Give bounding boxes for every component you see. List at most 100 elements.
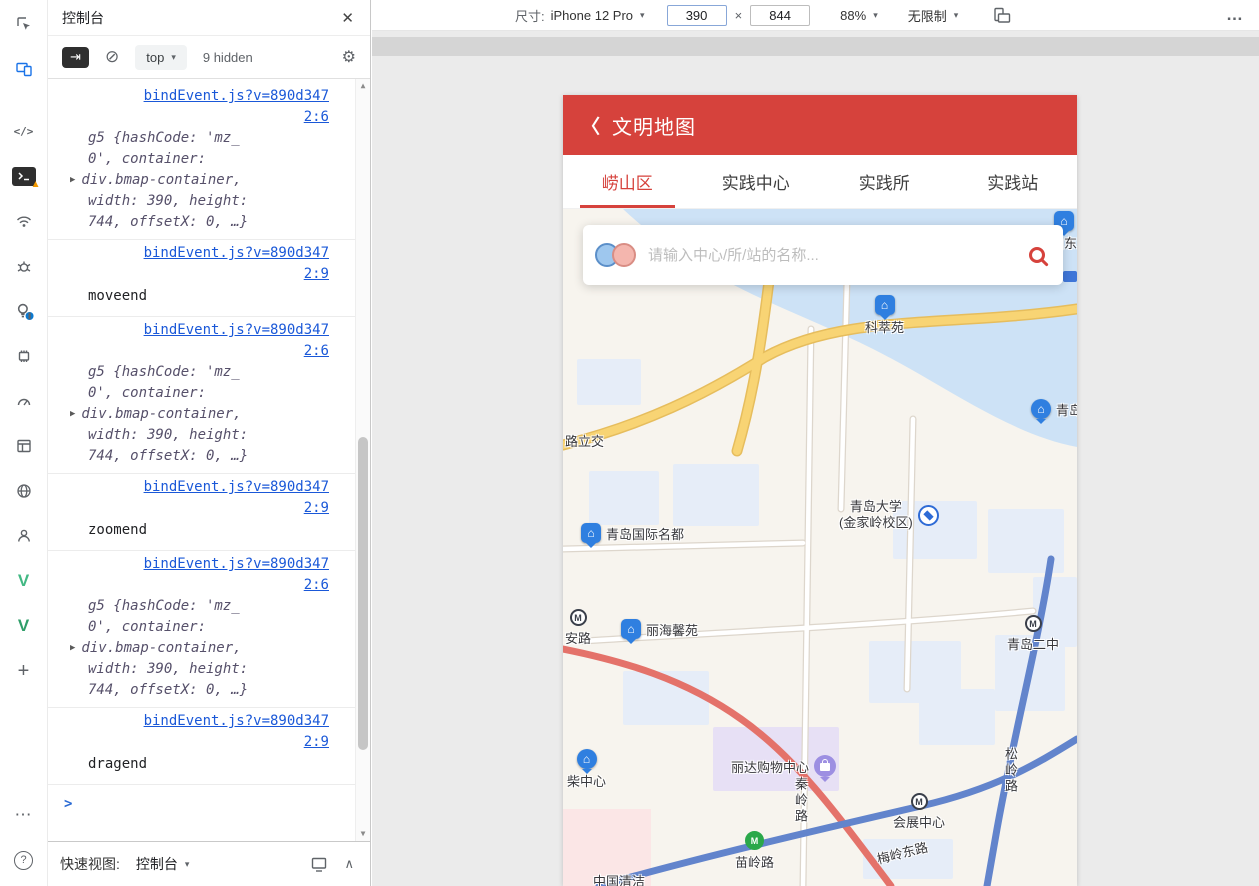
metro-station-icon[interactable]: M	[1025, 615, 1042, 632]
accessibility-icon[interactable]	[8, 520, 40, 552]
search-icon[interactable]	[1029, 247, 1045, 263]
performance-icon[interactable]	[8, 385, 40, 417]
map[interactable]: ⌂ 科萃苑 ⌂ 青岛 路立交 青岛大学 (金家岭校区) ⌂	[563, 209, 1077, 886]
source-link[interactable]: bindEvent.js?v=890d347 2:9	[88, 711, 329, 753]
scrollbar-thumb[interactable]	[358, 437, 368, 749]
more-options-icon[interactable]: …	[1226, 5, 1243, 25]
zoom-select[interactable]: 88% ▾	[840, 8, 878, 23]
globe-icon[interactable]	[8, 475, 40, 507]
rotate-icon[interactable]	[992, 6, 1011, 25]
metro-station-icon-green[interactable]: M	[745, 831, 764, 850]
poi-anlu[interactable]: M 安路	[565, 609, 591, 647]
poi-huizhan[interactable]: M 会展中心	[893, 793, 945, 831]
poi-lihai[interactable]: ⌂ 丽海馨苑	[621, 619, 698, 639]
issues-icon[interactable]: i	[8, 295, 40, 327]
close-icon[interactable]: ✕	[341, 9, 354, 27]
shopping-marker-icon[interactable]	[814, 755, 836, 777]
console-messages[interactable]: bindEvent.js?v=890d347 2:6 g5 {hashCode:…	[48, 79, 370, 841]
memory-icon[interactable]	[8, 340, 40, 372]
source-link[interactable]: bindEvent.js?v=890d347 2:6	[88, 320, 329, 362]
console-scrollbar[interactable]: ▲ ▼	[355, 79, 370, 841]
expand-arrow-icon[interactable]: ▶	[70, 404, 75, 425]
poi-chai-center[interactable]: ⌂ 柴中心	[567, 749, 606, 790]
scroll-down-icon[interactable]: ▼	[356, 827, 370, 841]
elements-icon[interactable]: </>	[8, 115, 40, 147]
vue-devtools-icon[interactable]: V	[8, 565, 40, 597]
community-marker-icon[interactable]: ⌂	[621, 619, 641, 639]
device-select[interactable]: iPhone 12 Pro ▾	[551, 8, 645, 23]
chevron-down-icon: ▾	[954, 10, 959, 21]
inspect-icon[interactable]	[8, 8, 40, 40]
scroll-up-icon[interactable]: ▲	[356, 79, 370, 93]
source-link[interactable]: bindEvent.js?v=890d347 2:6	[88, 554, 329, 596]
console-log-entry: bindEvent.js?v=890d347 2:9 dragend	[48, 708, 355, 785]
poi-qingdao[interactable]: ⌂ 青岛	[1031, 399, 1077, 419]
community-marker-icon[interactable]: ⌂	[875, 295, 895, 315]
console-log-entry: bindEvent.js?v=890d347 2:9 zoomend	[48, 474, 355, 551]
poi-miaoling[interactable]: M 苗岭路	[735, 831, 774, 871]
chevron-up-icon[interactable]: ∧	[344, 856, 354, 872]
console-header: 控制台 ✕	[48, 0, 370, 36]
more-tools-icon[interactable]: +	[8, 655, 40, 687]
poi-university[interactable]: 青岛大学 (金家岭校区)	[839, 499, 939, 531]
source-link[interactable]: bindEvent.js?v=890d347 2:6	[88, 86, 329, 128]
tab-laoshan[interactable]: 崂山区	[563, 155, 692, 208]
canvas-strip	[372, 37, 1259, 56]
map-canvas	[563, 209, 1077, 886]
gear-icon[interactable]: ⚙	[342, 47, 356, 67]
console-icon[interactable]: ▲	[8, 160, 40, 192]
university-marker-icon[interactable]	[918, 505, 939, 526]
clipped-road-sign	[1063, 271, 1077, 282]
chevron-down-icon: ▾	[171, 52, 176, 63]
poi-erzhong[interactable]: M 青岛二中	[1007, 615, 1059, 653]
device-toolbar: 尺寸: iPhone 12 Pro ▾ × 88% ▾ 无限制 ▾ …	[372, 0, 1259, 31]
tab-bar: 崂山区 实践中心 实践所 实践站	[563, 155, 1077, 209]
application-icon[interactable]	[8, 430, 40, 462]
height-input[interactable]	[750, 5, 810, 26]
quick-view-selector[interactable]: 控制台 ▾	[136, 854, 190, 874]
console-panel: 控制台 ✕ ⇥ ⊘ top ▾ 9 hidden ⚙ bindEvent.js?…	[48, 0, 371, 886]
console-log-entry: bindEvent.js?v=890d347 2:6 g5 {hashCode:…	[48, 317, 355, 474]
poi-kecuiyuan[interactable]: ⌂ 科萃苑	[865, 295, 904, 336]
console-prompt[interactable]: >	[48, 785, 355, 815]
console-sidebar-icon[interactable]: ⇥	[62, 47, 89, 68]
tab-practice-center[interactable]: 实践中心	[692, 155, 821, 208]
context-selector[interactable]: top ▾	[135, 45, 187, 70]
vue-devtools-icon-2[interactable]: V	[8, 610, 40, 642]
throttle-select[interactable]: 无限制 ▾	[908, 6, 959, 25]
poi-mingdu[interactable]: ⌂ 青岛国际名都	[581, 523, 684, 543]
context-selector-label: top	[146, 50, 164, 65]
poi-qingjie: 中国清洁	[593, 871, 645, 886]
help-icon[interactable]: ?	[8, 844, 40, 876]
hidden-messages-count: 9 hidden	[203, 50, 253, 65]
chevron-down-icon: ▾	[185, 859, 190, 870]
more-options-icon[interactable]: ⋯	[8, 799, 40, 831]
tab-practice-station[interactable]: 实践所	[820, 155, 949, 208]
activity-bar: </> ▲ i	[0, 0, 48, 886]
debugger-icon[interactable]	[8, 250, 40, 282]
clear-console-icon[interactable]: ⊘	[105, 47, 119, 67]
community-marker-icon[interactable]: ⌂	[1031, 399, 1051, 419]
object-preview: g5 {hashCode: 'mz_ 0', container: ▶ div.…	[88, 128, 329, 233]
poi-lida[interactable]: 丽达购物中心	[731, 755, 836, 777]
search-input[interactable]	[648, 247, 1017, 264]
log-text: zoomend	[88, 519, 329, 544]
device-emulation-icon[interactable]	[8, 53, 40, 85]
device-preview-icon[interactable]	[310, 855, 328, 873]
search-bar	[583, 225, 1063, 285]
tab-practice-post[interactable]: 实践站	[949, 155, 1078, 208]
back-icon[interactable]: 〈	[581, 112, 600, 139]
metro-station-icon[interactable]: M	[570, 609, 587, 626]
quick-view-bar: 快速视图: 控制台 ▾ ∧	[48, 841, 370, 886]
source-link[interactable]: bindEvent.js?v=890d347 2:9	[88, 477, 329, 519]
network-icon[interactable]	[8, 205, 40, 237]
object-preview: g5 {hashCode: 'mz_ 0', container: ▶ div.…	[88, 596, 329, 701]
chevron-down-icon: ▾	[873, 10, 878, 21]
metro-station-icon[interactable]: M	[911, 793, 928, 810]
width-input[interactable]	[667, 5, 727, 26]
expand-arrow-icon[interactable]: ▶	[70, 170, 75, 191]
community-marker-icon[interactable]: ⌂	[581, 523, 601, 543]
source-link[interactable]: bindEvent.js?v=890d347 2:9	[88, 243, 329, 285]
community-marker-icon[interactable]: ⌂	[577, 749, 597, 769]
expand-arrow-icon[interactable]: ▶	[70, 638, 75, 659]
